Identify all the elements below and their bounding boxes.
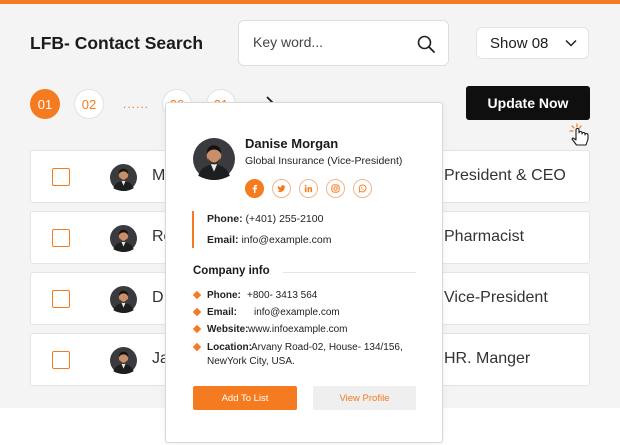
contact-role: Pharmacist	[444, 228, 525, 245]
card-company: Global Insurance (Vice-President)	[245, 155, 403, 167]
diamond-bullet-icon	[192, 342, 202, 352]
linkedin-icon[interactable]	[299, 179, 318, 198]
search-icon[interactable]	[416, 34, 436, 54]
row-checkbox[interactable]	[52, 229, 70, 247]
avatar	[110, 225, 137, 252]
social-links	[245, 179, 372, 198]
company-website-label: Website:	[207, 324, 249, 335]
page-button-02[interactable]: 02	[74, 89, 104, 119]
card-email-value: info@example.com	[241, 234, 332, 246]
card-email-line: Email: info@example.com	[207, 234, 331, 246]
contact-detail-card: Danise Morgan Global Insurance (Vice-Pre…	[165, 102, 443, 443]
instagram-icon[interactable]	[326, 179, 345, 198]
section-divider	[283, 272, 416, 273]
page-button-01[interactable]: 01	[30, 89, 60, 119]
diamond-bullet-icon	[192, 324, 202, 334]
company-phone-label: Phone:	[207, 290, 241, 301]
card-phone-line: Phone: (+401) 255-2100	[207, 213, 323, 225]
search-box[interactable]	[238, 20, 449, 66]
contact-role: Vice-President	[444, 289, 548, 306]
contact-role: HR. Manger	[444, 350, 531, 367]
company-phone-value: +800- 3413 564	[247, 290, 318, 301]
card-contact-name: Danise Morgan	[245, 136, 339, 151]
page-title: LFB- Contact Search	[30, 33, 204, 53]
card-phone-value: (+401) 255-2100	[245, 213, 324, 225]
search-input[interactable]	[253, 34, 413, 50]
company-location-value-line2: NewYork City, USA.	[207, 356, 295, 367]
view-profile-button[interactable]: View Profile	[313, 386, 416, 410]
contact-accent-bar	[192, 211, 194, 248]
whatsapp-icon[interactable]	[353, 179, 372, 198]
pagination-ellipsis: ......	[123, 97, 150, 111]
avatar	[110, 286, 137, 313]
accent-top-bar	[0, 0, 620, 4]
row-checkbox[interactable]	[52, 168, 70, 186]
company-email-value: info@example.com	[254, 307, 340, 318]
show-count-label: Show 08	[490, 35, 549, 52]
show-count-dropdown[interactable]: Show 08	[476, 27, 589, 59]
update-now-button[interactable]: Update Now	[466, 86, 590, 120]
contact-role: President & CEO	[444, 167, 566, 184]
company-location-value: Arvany Road-02, House- 134/156,	[251, 342, 403, 353]
contact-name: M	[152, 167, 166, 184]
pointer-click-icon	[569, 123, 589, 146]
card-email-label: Email:	[207, 234, 239, 246]
row-checkbox[interactable]	[52, 351, 70, 369]
profile-photo	[193, 138, 235, 180]
diamond-bullet-icon	[192, 307, 202, 317]
twitter-icon[interactable]	[272, 179, 291, 198]
company-info-title: Company info	[193, 265, 270, 277]
chevron-down-icon	[565, 39, 577, 47]
add-to-list-button[interactable]: Add To List	[193, 386, 297, 410]
company-email-label: Email:	[207, 307, 238, 318]
avatar	[110, 347, 137, 374]
company-website-value: www.infoexample.com	[248, 324, 348, 335]
card-phone-label: Phone:	[207, 213, 243, 225]
diamond-bullet-icon	[192, 290, 202, 300]
facebook-icon[interactable]	[245, 179, 264, 198]
row-checkbox[interactable]	[52, 290, 70, 308]
contact-name: D	[152, 289, 164, 306]
company-location-label: Location:	[207, 342, 252, 353]
avatar	[110, 164, 137, 191]
